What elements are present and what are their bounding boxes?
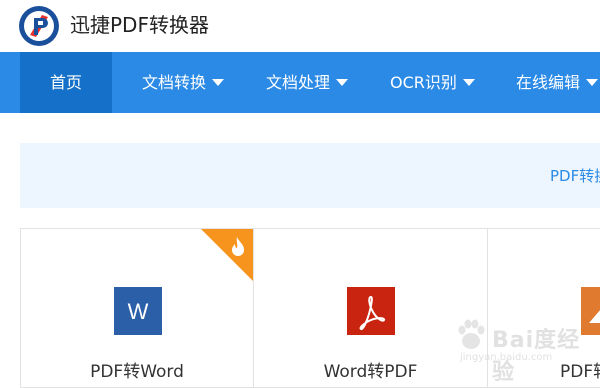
baidu-jingyan-watermark: Bai度经验 jingyan.baidu.com: [448, 312, 598, 385]
nav-item-label: 首页: [49, 73, 82, 92]
chevron-down-icon: [462, 79, 475, 86]
app-logo-icon[interactable]: [18, 5, 60, 47]
chevron-down-icon: [212, 79, 225, 86]
word-icon: W: [114, 287, 162, 335]
nav-item-ocr[interactable]: OCR识别: [390, 52, 475, 113]
tool-card-label: PDF转Word: [90, 362, 184, 382]
tool-card-pdf-to-word[interactable]: W PDF转Word: [20, 228, 254, 388]
watermark-url: jingyan.baidu.com: [460, 352, 553, 363]
app-title: 迅捷PDF转换器: [70, 13, 209, 37]
paw-icon: [458, 319, 485, 349]
nav-item-doc-convert[interactable]: 文档转换: [142, 52, 225, 113]
hot-badge-icon: [201, 229, 253, 281]
category-banner: PDF转换: [20, 143, 600, 208]
pdf-icon: [347, 287, 395, 335]
nav-item-label: OCR识别: [390, 73, 457, 92]
chevron-down-icon: [336, 79, 349, 86]
nav-item-label: 文档处理: [266, 73, 331, 92]
nav-item-label: 在线编辑: [516, 73, 581, 92]
svg-text:W: W: [128, 299, 149, 324]
main-nav: 首页 文档转换 文档处理 OCR识别 在线编辑: [0, 52, 600, 113]
nav-item-online-edit[interactable]: 在线编辑: [516, 52, 599, 113]
app-header: 迅捷PDF转换器: [0, 0, 600, 52]
chevron-down-icon: [586, 79, 599, 86]
nav-item-doc-process[interactable]: 文档处理: [266, 52, 349, 113]
nav-item-label: 文档转换: [142, 73, 207, 92]
nav-item-home[interactable]: 首页: [20, 52, 112, 113]
banner-title[interactable]: PDF转换: [550, 165, 600, 186]
